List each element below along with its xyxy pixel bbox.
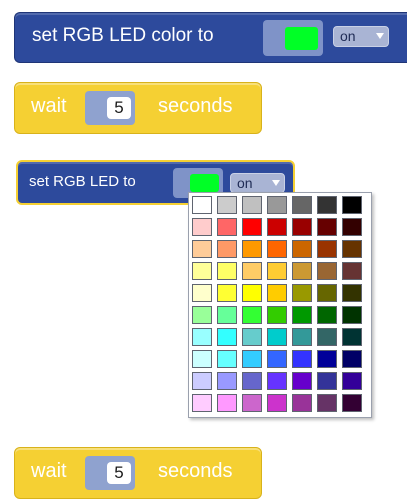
palette-color-cell[interactable] (292, 218, 312, 236)
palette-color-cell[interactable] (317, 306, 337, 324)
palette-color-cell[interactable] (267, 240, 287, 258)
palette-color-cell[interactable] (267, 196, 287, 214)
palette-color-cell[interactable] (342, 218, 362, 236)
palette-color-cell[interactable] (192, 394, 212, 412)
palette-color-cell[interactable] (292, 240, 312, 258)
palette-color-cell[interactable] (242, 372, 262, 390)
palette-color-cell[interactable] (267, 394, 287, 412)
set-rgb-led-color-block[interactable]: set RGB LED color to on (14, 12, 407, 63)
color-swatch[interactable] (285, 27, 318, 50)
palette-color-cell[interactable] (317, 240, 337, 258)
block-label: set RGB LED color to (32, 25, 214, 46)
palette-color-cell[interactable] (192, 350, 212, 368)
palette-color-cell[interactable] (192, 306, 212, 324)
palette-color-cell[interactable] (342, 240, 362, 258)
block-label: set RGB LED to (29, 173, 136, 190)
palette-color-cell[interactable] (342, 306, 362, 324)
state-dropdown[interactable]: on (333, 26, 389, 47)
palette-color-cell[interactable] (242, 306, 262, 324)
palette-color-cell[interactable] (317, 218, 337, 236)
palette-color-cell[interactable] (217, 284, 237, 302)
seconds-input[interactable]: 5 (107, 462, 131, 484)
palette-color-cell[interactable] (217, 306, 237, 324)
wait-label: wait (31, 95, 67, 117)
palette-color-cell[interactable] (317, 262, 337, 280)
palette-color-cell[interactable] (267, 262, 287, 280)
palette-color-cell[interactable] (317, 284, 337, 302)
palette-color-cell[interactable] (217, 240, 237, 258)
palette-color-cell[interactable] (292, 262, 312, 280)
palette-color-cell[interactable] (217, 262, 237, 280)
palette-color-cell[interactable] (317, 328, 337, 346)
palette-color-cell[interactable] (242, 196, 262, 214)
palette-color-cell[interactable] (292, 306, 312, 324)
palette-color-cell[interactable] (342, 196, 362, 214)
palette-color-cell[interactable] (267, 372, 287, 390)
palette-color-cell[interactable] (192, 372, 212, 390)
palette-color-cell[interactable] (317, 196, 337, 214)
wait-block-1[interactable]: wait 5 seconds (14, 82, 262, 134)
palette-color-cell[interactable] (267, 284, 287, 302)
seconds-input[interactable]: 5 (107, 97, 131, 119)
palette-color-cell[interactable] (192, 284, 212, 302)
chevron-down-icon (376, 33, 384, 39)
palette-color-cell[interactable] (242, 240, 262, 258)
palette-color-cell[interactable] (292, 196, 312, 214)
palette-color-cell[interactable] (192, 328, 212, 346)
palette-color-cell[interactable] (317, 372, 337, 390)
palette-color-cell[interactable] (192, 240, 212, 258)
palette-color-cell[interactable] (342, 328, 362, 346)
palette-color-cell[interactable] (217, 328, 237, 346)
color-palette (188, 192, 372, 418)
palette-color-cell[interactable] (292, 350, 312, 368)
palette-color-cell[interactable] (342, 262, 362, 280)
palette-color-cell[interactable] (342, 394, 362, 412)
wait-label: wait (31, 460, 67, 482)
color-palette-grid (192, 196, 364, 414)
palette-color-cell[interactable] (317, 394, 337, 412)
palette-color-cell[interactable] (242, 350, 262, 368)
seconds-label: seconds (158, 460, 233, 482)
palette-color-cell[interactable] (217, 394, 237, 412)
palette-color-cell[interactable] (292, 328, 312, 346)
palette-color-cell[interactable] (192, 218, 212, 236)
palette-color-cell[interactable] (292, 394, 312, 412)
palette-color-cell[interactable] (217, 350, 237, 368)
dropdown-value: on (237, 175, 253, 191)
palette-color-cell[interactable] (267, 306, 287, 324)
palette-color-cell[interactable] (242, 218, 262, 236)
palette-color-cell[interactable] (242, 284, 262, 302)
palette-color-cell[interactable] (342, 350, 362, 368)
palette-color-cell[interactable] (342, 372, 362, 390)
wait-block-2[interactable]: wait 5 seconds (14, 447, 262, 499)
palette-color-cell[interactable] (292, 372, 312, 390)
palette-color-cell[interactable] (267, 350, 287, 368)
palette-color-cell[interactable] (242, 394, 262, 412)
palette-color-cell[interactable] (267, 218, 287, 236)
palette-color-cell[interactable] (242, 328, 262, 346)
state-dropdown[interactable]: on (230, 173, 285, 193)
palette-color-cell[interactable] (267, 328, 287, 346)
seconds-label: seconds (158, 95, 233, 117)
color-swatch[interactable] (190, 174, 219, 192)
palette-color-cell[interactable] (217, 196, 237, 214)
palette-color-cell[interactable] (342, 284, 362, 302)
palette-color-cell[interactable] (292, 284, 312, 302)
palette-color-cell[interactable] (192, 262, 212, 280)
chevron-down-icon (272, 180, 280, 186)
palette-color-cell[interactable] (242, 262, 262, 280)
palette-color-cell[interactable] (217, 372, 237, 390)
palette-color-cell[interactable] (192, 196, 212, 214)
palette-color-cell[interactable] (317, 350, 337, 368)
palette-color-cell[interactable] (217, 218, 237, 236)
dropdown-value: on (340, 28, 356, 44)
